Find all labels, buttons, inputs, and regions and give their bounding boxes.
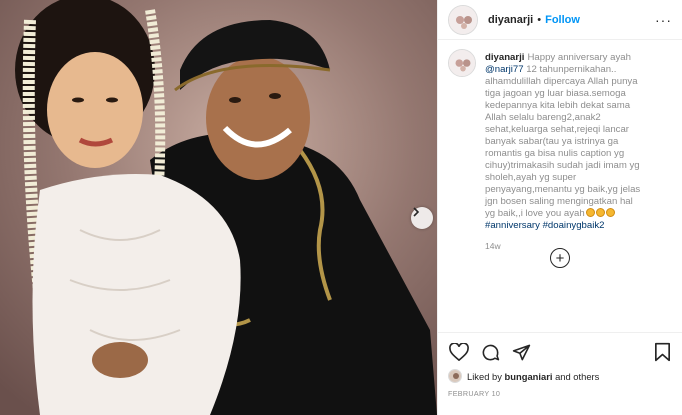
caption-text: yg baik,,i love you ayah <box>485 208 585 219</box>
liked-by-suffix[interactable]: and others <box>555 371 599 382</box>
hashtags[interactable]: #anniversary #doainygbaik2 <box>485 220 665 232</box>
liked-by: Liked by bunganiari and others <box>448 369 673 383</box>
separator-dot: • <box>537 13 542 26</box>
post-date[interactable]: FEBRUARY 10 <box>448 389 673 398</box>
avatar[interactable] <box>448 4 478 35</box>
more-options-icon[interactable]: ··· <box>655 12 672 28</box>
caption-avatar[interactable] <box>448 49 476 77</box>
caption-row: diyanarji Happy anniversary ayah @narji77… <box>448 49 672 232</box>
avatar-image <box>449 5 477 34</box>
paper-plane-icon <box>512 344 530 360</box>
caption-line: cihuy)trimakasih sudah jadi imam yg <box>485 160 640 171</box>
caption-time: 14w <box>485 241 501 251</box>
avatar-image <box>449 370 461 382</box>
heart-icon <box>449 343 469 361</box>
like-button[interactable] <box>448 341 470 363</box>
liked-by-prefix: Liked by <box>467 370 502 382</box>
caption-line: alhamdulillah dipercaya Allah punya <box>485 76 638 87</box>
caption-username[interactable]: diyanarji <box>485 52 524 63</box>
caption-line: sholeh,ayah yg super <box>485 172 577 183</box>
share-button[interactable] <box>510 341 532 363</box>
header-username[interactable]: diyanarji <box>488 14 533 26</box>
emoji-icon <box>605 208 615 217</box>
action-icons <box>448 341 673 363</box>
wedding-photo-illustration <box>0 0 437 415</box>
caption-line: diyanarji Happy anniversary ayah <box>485 52 665 64</box>
caption-line: sehat,keluarga sehat,rejeqi lancar <box>485 124 629 135</box>
caption-line: tiga jagoan yg luar biasa.semoga <box>485 88 626 99</box>
post-actions: Liked by bunganiari and others FEBRUARY … <box>438 332 682 398</box>
save-button[interactable] <box>651 341 673 363</box>
mention-link[interactable]: @narji77 <box>485 64 524 75</box>
comment-button[interactable] <box>479 341 501 363</box>
caption-line: kedepannya kita lebih dekat sama <box>485 100 631 111</box>
caption-line: Allah selalu bareng2,anak2 <box>485 112 601 123</box>
follow-button[interactable]: Follow <box>545 14 580 26</box>
post-header: diyanarji • Follow ··· <box>438 0 682 40</box>
caption-line: yg baik,,i love you ayah <box>485 208 665 220</box>
caption-line: romantis ga bisa nulis caption yg <box>485 148 625 159</box>
post-caption: diyanarji Happy anniversary ayah @narji77… <box>485 52 665 232</box>
comment-icon <box>482 344 499 360</box>
post-photo <box>0 0 437 415</box>
caption-line: jgn bosen saling mengingatkan hal <box>485 196 633 207</box>
next-photo-button[interactable] <box>411 207 433 229</box>
caption-text: 12 tahunpernikahan.. <box>526 64 617 75</box>
post-side-panel: diyanarji • Follow ··· diyanarji Happy an… <box>437 0 682 415</box>
chevron-right-icon <box>413 207 420 217</box>
bookmark-icon <box>654 342 670 362</box>
plus-circle-icon[interactable]: + <box>550 248 570 268</box>
instagram-post: diyanarji • Follow ··· diyanarji Happy an… <box>0 0 682 415</box>
liked-by-user[interactable]: bunganiari <box>505 371 553 382</box>
avatar-image <box>449 50 475 76</box>
liker-avatar[interactable] <box>448 369 462 383</box>
emoji-icon <box>585 208 595 217</box>
emoji-icon <box>595 208 605 217</box>
caption-text: Happy anniversary ayah <box>527 52 631 63</box>
caption-line: banyak sabar(tau ya istrinya ga <box>485 136 619 147</box>
caption-line: @narji77 12 tahunpernikahan.. <box>485 64 665 76</box>
comments-section: diyanarji Happy anniversary ayah @narji77… <box>438 40 682 290</box>
caption-line: penyayang,menantu yg baik,yg jelas <box>485 184 641 195</box>
